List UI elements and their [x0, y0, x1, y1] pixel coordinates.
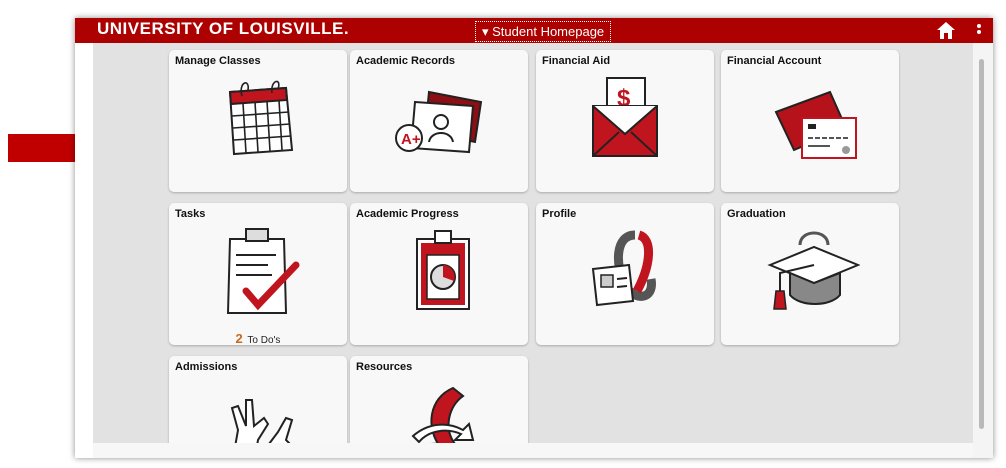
tile-title: Graduation — [727, 208, 786, 220]
tile-financial-aid[interactable]: Financial Aid $ — [536, 50, 714, 192]
tile-graduation[interactable]: Graduation — [721, 203, 899, 345]
svg-text:A+: A+ — [401, 131, 421, 148]
todo-summary: 2 To Do's — [169, 331, 347, 345]
university-logo[interactable]: UNIVERSITY OF LOUISVILLE. — [97, 18, 349, 40]
id-badge-icon — [591, 230, 656, 307]
tile-title: Financial Account — [727, 55, 822, 67]
credit-card-icon — [774, 90, 857, 159]
tile-title: Resources — [356, 361, 413, 373]
vertical-scrollbar[interactable] — [973, 43, 993, 458]
scrollbar-thumb[interactable] — [979, 59, 984, 429]
tile-title: Manage Classes — [175, 55, 261, 67]
tile-financial-account[interactable]: Financial Account — [721, 50, 899, 192]
tile-academic-progress[interactable]: Academic Progress — [350, 203, 528, 345]
todo-label: To Do's — [247, 335, 281, 345]
clipboard-check-icon — [226, 228, 300, 314]
graduation-cap-icon — [767, 231, 860, 310]
calendar-icon — [228, 80, 294, 156]
tile-academic-records[interactable]: Academic Records A+ — [350, 50, 528, 192]
home-icon[interactable] — [937, 22, 955, 39]
tile-title: Tasks — [175, 208, 206, 220]
browser-frame: UNIVERSITY OF LOUISVILLE. ▾ Student Home… — [75, 18, 993, 458]
academic-record-icon: A+ — [395, 90, 483, 154]
tile-title: Academic Records — [356, 55, 456, 67]
tile-manage-classes[interactable]: Manage Classes — [169, 50, 347, 192]
bottom-bar — [93, 443, 973, 458]
tile-title: Academic Progress — [356, 208, 459, 220]
more-vertical-icon[interactable] — [976, 23, 982, 39]
page-selector-dropdown[interactable]: ▾ Student Homepage — [475, 21, 612, 42]
homepage-content: Manage Classes Academic Records A+ Finan… — [93, 43, 973, 458]
tile-title: Profile — [542, 208, 577, 220]
clipboard-chart-icon — [416, 230, 470, 310]
tile-title: Financial Aid — [542, 55, 611, 67]
envelope-dollar-icon: $ — [592, 77, 658, 157]
tile-profile[interactable]: Profile — [536, 203, 714, 345]
tile-tasks[interactable]: Tasks 2 To Do's — [169, 203, 347, 345]
tile-title: Admissions — [175, 361, 238, 373]
todo-count: 2 — [235, 331, 243, 345]
top-header: UNIVERSITY OF LOUISVILLE. ▾ Student Home… — [75, 18, 993, 43]
